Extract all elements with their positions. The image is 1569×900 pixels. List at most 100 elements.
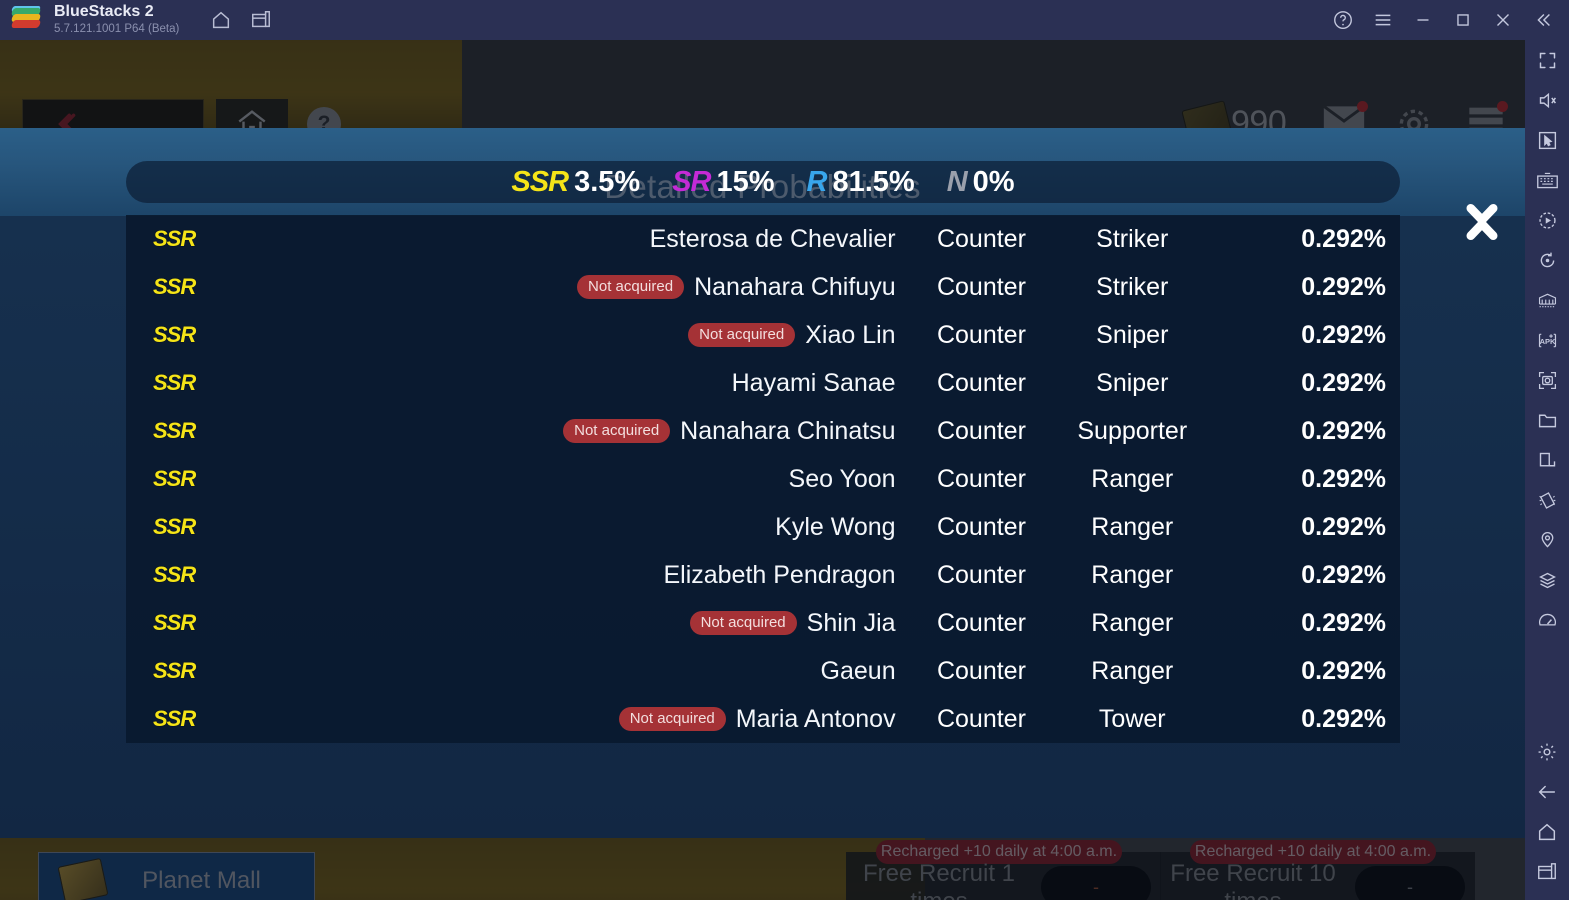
help-icon[interactable] xyxy=(1323,0,1363,40)
cell-faction: Counter xyxy=(936,512,1026,541)
keyboard-controls-icon[interactable] xyxy=(1525,160,1569,200)
svg-text:APK: APK xyxy=(1539,337,1555,346)
table-row: SSR Hayami Sanae Counter Sniper 0.292% xyxy=(126,359,1400,407)
cell-faction: Counter xyxy=(936,224,1026,253)
home-icon[interactable] xyxy=(201,0,241,40)
rotate-icon[interactable] xyxy=(1525,240,1569,280)
cell-faction: Counter xyxy=(936,416,1026,445)
cell-name: Kyle Wong xyxy=(333,513,901,542)
cell-role: Striker xyxy=(1096,224,1169,253)
character-name: Seo Yoon xyxy=(788,464,896,493)
table-row: SSR Not acquired Nanahara Chifuyu Counter St… xyxy=(126,263,1400,311)
close-icon[interactable] xyxy=(1483,0,1523,40)
cell-rarity: SSR xyxy=(153,658,196,683)
cell-probability: 0.292% xyxy=(1301,656,1387,685)
table-row: SSR Gaeun Counter Ranger 0.292% xyxy=(126,647,1400,695)
cell-name: Not acquired Nanahara Chifuyu xyxy=(333,273,901,302)
settings-gear-icon[interactable] xyxy=(1525,732,1569,772)
rarity-group-sr: SR 15% xyxy=(672,166,774,199)
performance-gauge-icon[interactable] xyxy=(1525,600,1569,640)
install-apk-icon[interactable]: APK xyxy=(1525,320,1569,360)
character-name: Nanahara Chifuyu xyxy=(694,272,896,301)
cell-role: Ranger xyxy=(1091,560,1174,589)
location-icon[interactable] xyxy=(1525,520,1569,560)
cell-probability: 0.292% xyxy=(1301,560,1387,589)
cell-name: Not acquired Maria Antonov xyxy=(333,705,901,734)
maximize-icon[interactable] xyxy=(1443,0,1483,40)
cell-name: Gaeun xyxy=(333,657,901,686)
cell-probability: 0.292% xyxy=(1301,272,1387,301)
cell-role: Ranger xyxy=(1091,512,1174,541)
screenshot-icon[interactable] xyxy=(1525,360,1569,400)
cell-probability: 0.292% xyxy=(1301,416,1387,445)
layers-icon[interactable] xyxy=(1525,560,1569,600)
cell-rarity: SSR xyxy=(153,226,196,251)
cell-probability: 0.292% xyxy=(1301,464,1387,493)
hamburger-menu-icon[interactable] xyxy=(1363,0,1403,40)
cell-rarity: SSR xyxy=(153,418,196,443)
rarity-value-n: 0% xyxy=(972,165,1015,198)
multi-instance-icon[interactable] xyxy=(241,0,281,40)
rarity-summary-bar: SSR 3.5% SR 15% R 81.5% N 0% xyxy=(126,161,1400,203)
cell-role: Ranger xyxy=(1091,608,1174,637)
cell-name: Esterosa de Chevalier xyxy=(333,225,901,254)
minimize-icon[interactable] xyxy=(1403,0,1443,40)
rarity-value-sr: 15% xyxy=(716,165,775,198)
resize-window-icon[interactable] xyxy=(1525,440,1569,480)
cell-rarity: SSR xyxy=(153,466,196,491)
cell-name: Seo Yoon xyxy=(333,465,901,494)
table-row: SSR Esterosa de Chevalier Counter Striker 0.… xyxy=(126,215,1400,263)
character-name: Maria Antonov xyxy=(735,704,896,733)
close-modal-button[interactable] xyxy=(1452,192,1512,252)
probabilities-table[interactable]: SSR Esterosa de Chevalier Counter Striker 0.… xyxy=(126,215,1400,743)
bluestacks-logo-icon xyxy=(10,6,42,34)
rarity-tag-sr: SR xyxy=(672,165,711,198)
rarity-value-ssr: 3.5% xyxy=(574,165,641,198)
cell-faction: Counter xyxy=(936,608,1026,637)
rarity-group-r: R 81.5% xyxy=(807,166,915,199)
android-back-icon[interactable] xyxy=(1525,772,1569,812)
table-row: SSR Elizabeth Pendragon Counter Ranger 0.292… xyxy=(126,551,1400,599)
macro-record-icon[interactable] xyxy=(1525,200,1569,240)
app-name: BlueStacks 2 xyxy=(54,3,154,21)
cell-probability: 0.292% xyxy=(1301,512,1387,541)
table-row: SSR Not acquired Xiao Lin Counter Sniper 0.29… xyxy=(126,311,1400,359)
rarity-group-ssr: SSR 3.5% xyxy=(511,166,640,199)
cell-rarity: SSR xyxy=(153,514,196,539)
cell-name: Not acquired Xiao Lin xyxy=(333,321,901,350)
cell-role: Ranger xyxy=(1091,656,1174,685)
rarity-tag-r: R xyxy=(806,165,828,198)
character-name: Hayami Sanae xyxy=(731,368,896,397)
cell-probability: 0.292% xyxy=(1301,368,1387,397)
cell-rarity: SSR xyxy=(153,370,196,395)
table-row: SSR Seo Yoon Counter Ranger 0.292% xyxy=(126,455,1400,503)
cell-rarity: SSR xyxy=(153,610,196,635)
cell-name: Not acquired Shin Jia xyxy=(333,609,901,638)
rarity-group-n: N 0% xyxy=(947,166,1015,199)
cell-rarity: SSR xyxy=(153,562,196,587)
cell-role: Supporter xyxy=(1077,416,1188,445)
status-badge: Not acquired xyxy=(563,419,671,443)
bluestacks-titlebar: BlueStacks 2 5.7.121.1001 P64 (Beta) xyxy=(0,0,1569,40)
cell-faction: Counter xyxy=(936,368,1026,397)
android-recents-icon[interactable] xyxy=(1525,852,1569,892)
character-name: Esterosa de Chevalier xyxy=(649,224,896,253)
character-name: Kyle Wong xyxy=(775,512,896,541)
cell-faction: Counter xyxy=(936,320,1026,349)
cell-role: Sniper xyxy=(1096,368,1169,397)
media-folder-icon[interactable] xyxy=(1525,400,1569,440)
cell-probability: 0.292% xyxy=(1301,704,1387,733)
fullscreen-icon[interactable] xyxy=(1525,40,1569,80)
collapse-icon[interactable] xyxy=(1523,0,1563,40)
cursor-icon[interactable] xyxy=(1525,120,1569,160)
character-name: Nanahara Chinatsu xyxy=(680,416,896,445)
cell-role: Ranger xyxy=(1091,464,1174,493)
cell-probability: 0.292% xyxy=(1301,320,1387,349)
multi-instance-manager-icon[interactable] xyxy=(1525,280,1569,320)
rarity-tag-ssr: SSR xyxy=(511,165,569,198)
cell-rarity: SSR xyxy=(153,706,196,731)
status-badge: Not acquired xyxy=(688,323,796,347)
mute-icon[interactable] xyxy=(1525,80,1569,120)
android-home-icon[interactable] xyxy=(1525,812,1569,852)
shake-icon[interactable] xyxy=(1525,480,1569,520)
